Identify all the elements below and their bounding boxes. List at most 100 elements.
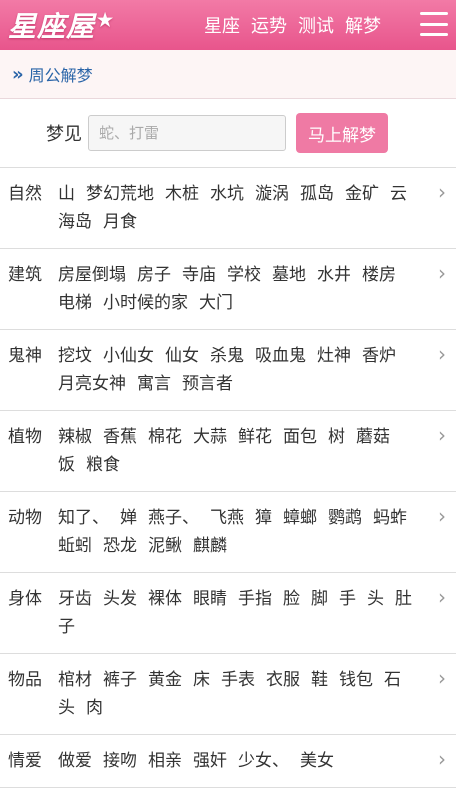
nav-item-horoscope[interactable]: 星座 <box>204 12 240 38</box>
dream-keyword-link[interactable]: 木桩 <box>165 184 199 204</box>
dream-keyword-link[interactable]: 相亲 <box>148 751 182 771</box>
dream-keyword-link[interactable]: 云 <box>390 184 407 204</box>
dream-keyword-link[interactable]: 手 <box>339 589 356 609</box>
nav-item-tests[interactable]: 测试 <box>298 12 334 38</box>
dream-keyword-link[interactable]: 床 <box>193 670 210 690</box>
dream-keyword-link[interactable]: 恐龙 <box>103 536 137 556</box>
dream-keyword-link[interactable]: 大门 <box>199 293 233 313</box>
dream-keyword-link[interactable]: 辣椒 <box>58 427 92 447</box>
dream-keyword-link[interactable]: 孤岛 <box>300 184 334 204</box>
dream-keyword-link[interactable]: 挖坟 <box>58 346 92 366</box>
dream-keyword-link[interactable]: 仙女 <box>165 346 199 366</box>
dream-keyword-link[interactable]: 麒麟 <box>193 536 227 556</box>
dream-keyword-link[interactable]: 漩涡 <box>255 184 289 204</box>
dream-keyword-link[interactable]: 墓地 <box>272 265 306 285</box>
dream-keyword-link[interactable]: 棉花 <box>148 427 182 447</box>
category-row[interactable]: 情爱 做爱 接吻 相亲 强奸 少女、 美女 › <box>0 735 456 788</box>
chevron-right-icon[interactable]: › <box>438 666 446 690</box>
menu-icon[interactable] <box>420 12 448 36</box>
site-logo[interactable]: 星座屋 ★ <box>8 5 114 45</box>
dream-keyword-link[interactable]: 小时候的家 <box>103 293 188 313</box>
dream-keyword-link[interactable]: 树 <box>328 427 345 447</box>
dream-keyword-link[interactable]: 衣服 <box>266 670 300 690</box>
dream-keyword-link[interactable]: 吸血鬼 <box>255 346 306 366</box>
dream-keyword-link[interactable]: 香蕉 <box>103 427 137 447</box>
chevron-right-icon[interactable]: › <box>438 504 446 528</box>
chevron-right-icon[interactable]: › <box>438 747 446 771</box>
dream-keyword-link[interactable]: 梦幻荒地 <box>86 184 154 204</box>
dream-keyword-link[interactable]: 寓言 <box>137 374 171 394</box>
category-row[interactable]: 物品 棺材 裤子 黄金床手表 衣服鞋钱包 石头肉 › <box>0 654 456 735</box>
dream-keyword-link[interactable]: 寺庙 <box>182 265 216 285</box>
dream-keyword-link[interactable]: 脸 <box>283 589 300 609</box>
dream-keyword-link[interactable]: 海岛 <box>58 212 92 232</box>
dream-keyword-link[interactable]: 头 <box>367 589 384 609</box>
dream-keyword-link[interactable]: 预言者 <box>182 374 233 394</box>
dream-keyword-link[interactable]: 蘑菇 <box>356 427 390 447</box>
dream-keyword-link[interactable]: 裤子 <box>103 670 137 690</box>
dream-keyword-link[interactable]: 钱包 <box>339 670 373 690</box>
dream-keyword-link[interactable]: 强奸 <box>193 751 227 771</box>
dream-keyword-link[interactable]: 燕子、 <box>148 508 199 528</box>
dream-keyword-link[interactable]: 小仙女 <box>103 346 154 366</box>
dream-keyword-link[interactable]: 手表 <box>221 670 255 690</box>
dream-keyword-link[interactable]: 蚯蚓 <box>58 536 92 556</box>
category-row[interactable]: 身体 牙齿 头发 裸体 眼睛 手指脸脚手头肚子 › <box>0 573 456 654</box>
dream-keyword-link[interactable]: 手指 <box>238 589 272 609</box>
dream-keyword-link[interactable]: 学校 <box>227 265 261 285</box>
dream-keyword-link[interactable]: 房子 <box>137 265 171 285</box>
dream-keyword-link[interactable]: 棺材 <box>58 670 92 690</box>
category-row[interactable]: 自然山梦幻荒地 木桩 水坑 漩涡 孤岛 金矿 云海岛 月食 › <box>0 168 456 249</box>
dream-keyword-link[interactable]: 面包 <box>283 427 317 447</box>
dream-keyword-link[interactable]: 做爱 <box>58 751 92 771</box>
dream-keyword-link[interactable]: 黄金 <box>148 670 182 690</box>
dream-keyword-link[interactable]: 杀鬼 <box>210 346 244 366</box>
dream-keyword-link[interactable]: 牙齿 <box>58 589 92 609</box>
dream-keyword-link[interactable]: 知了、 <box>58 508 109 528</box>
category-row[interactable]: 鬼神 挖坟 小仙女 仙女 杀鬼 吸血鬼 灶神 香炉月亮女神 寓言 预言者 › <box>0 330 456 411</box>
dream-keyword-link[interactable]: 大蒜 <box>193 427 227 447</box>
dream-keyword-link[interactable]: 饭 <box>58 455 75 475</box>
category-row[interactable]: 植物 辣椒 香蕉 棉花 大蒜 鲜花 面包树蘑菇饭 粮食 › <box>0 411 456 492</box>
dream-keyword-link[interactable]: 水井 <box>317 265 351 285</box>
dream-search-input[interactable] <box>88 115 286 151</box>
dream-keyword-link[interactable]: 金矿 <box>345 184 379 204</box>
dream-keyword-link[interactable]: 粮食 <box>86 455 120 475</box>
dream-keyword-link[interactable]: 裸体 <box>148 589 182 609</box>
chevron-right-icon[interactable]: › <box>438 585 446 609</box>
dream-keyword-link[interactable]: 山 <box>58 184 75 204</box>
dream-keyword-link[interactable]: 房屋倒塌 <box>58 265 126 285</box>
dream-keyword-link[interactable]: 蚂蚱 <box>373 508 407 528</box>
dream-keyword-link[interactable]: 月食 <box>103 212 137 232</box>
nav-item-fortune[interactable]: 运势 <box>251 12 287 38</box>
dream-keyword-link[interactable]: 肉 <box>86 698 103 718</box>
dream-keyword-link[interactable]: 楼房 <box>362 265 396 285</box>
dream-keyword-link[interactable]: 眼睛 <box>193 589 227 609</box>
dream-keyword-link[interactable]: 鞋 <box>311 670 328 690</box>
dream-keyword-link[interactable]: 灶神 <box>317 346 351 366</box>
chevron-right-icon[interactable]: › <box>438 180 446 204</box>
dream-keyword-link[interactable]: 电梯 <box>58 293 92 313</box>
nav-item-dreams[interactable]: 解梦 <box>345 12 381 38</box>
dream-keyword-link[interactable]: 鲜花 <box>238 427 272 447</box>
dream-keyword-link[interactable]: 少女、 <box>238 751 289 771</box>
chevron-right-icon[interactable]: › <box>438 423 446 447</box>
chevron-right-icon[interactable]: › <box>438 261 446 285</box>
dream-keyword-link[interactable]: 獐 <box>255 508 272 528</box>
dream-keyword-link[interactable]: 鹦鹉 <box>328 508 362 528</box>
category-row[interactable]: 建筑 房屋倒塌 房子 寺庙 学校 墓地 水井 楼房电梯 小时候的家 大门 › <box>0 249 456 330</box>
interpret-dream-button[interactable]: 马上解梦 <box>296 113 388 153</box>
dream-keyword-link[interactable]: 头发 <box>103 589 137 609</box>
chevron-right-icon[interactable]: › <box>438 342 446 366</box>
dream-keyword-link[interactable]: 泥鳅 <box>148 536 182 556</box>
dream-keyword-link[interactable]: 水坑 <box>210 184 244 204</box>
dream-keyword-link[interactable]: 接吻 <box>103 751 137 771</box>
dream-keyword-link[interactable]: 脚 <box>311 589 328 609</box>
dream-keyword-link[interactable]: 美女 <box>300 751 334 771</box>
dream-keyword-link[interactable]: 婵 <box>120 508 137 528</box>
breadcrumb-label[interactable]: 周公解梦 <box>29 62 93 86</box>
dream-keyword-link[interactable]: 飞燕 <box>210 508 244 528</box>
dream-keyword-link[interactable]: 香炉 <box>362 346 396 366</box>
dream-keyword-link[interactable]: 月亮女神 <box>58 374 126 394</box>
dream-keyword-link[interactable]: 蟑螂 <box>283 508 317 528</box>
